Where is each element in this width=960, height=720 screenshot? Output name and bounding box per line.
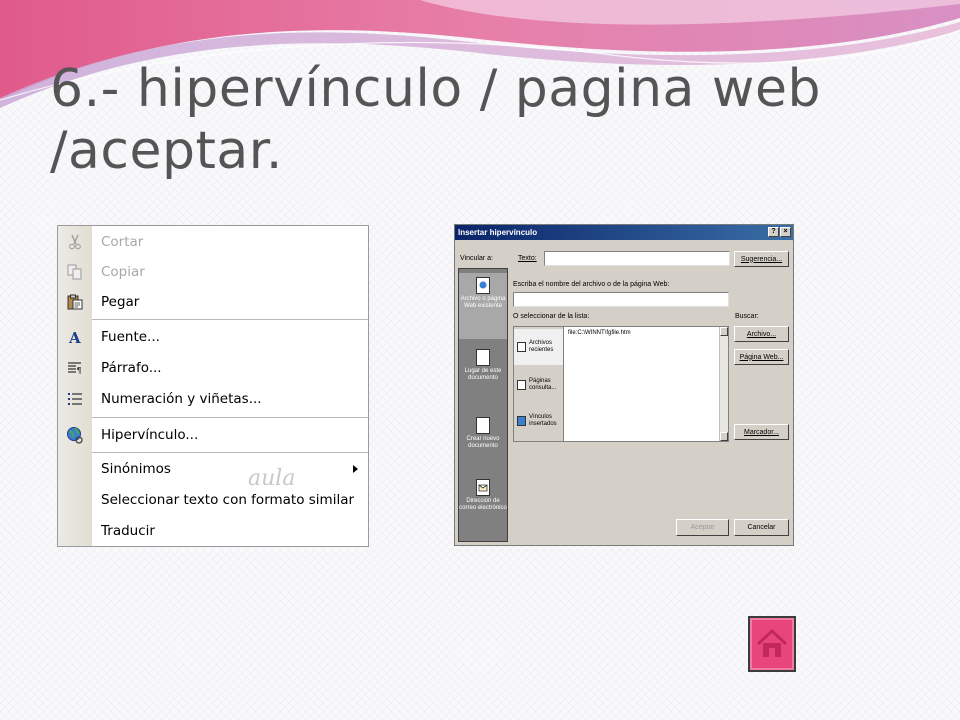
document-place-icon — [476, 349, 490, 366]
menu-item-label: Copiar — [101, 264, 145, 280]
paragraph-icon: ¶ — [58, 360, 92, 376]
text-field-label: Texto: — [518, 255, 537, 262]
link-to-sidebar: Archivo o página Web existente Lugar de … — [458, 268, 508, 542]
menu-item-label: Pegar — [101, 294, 140, 310]
link-to-label: Vincular a: — [460, 255, 493, 262]
menu-separator — [92, 452, 368, 453]
list-category-tabs: Archivos recientes Páginas consulta... V… — [514, 327, 564, 441]
browse-web-page-button[interactable]: Página Web... — [734, 349, 789, 365]
file-list-panel: Archivos recientes Páginas consulta... V… — [513, 326, 729, 442]
sidebar-item-label: Dirección de correo electrónico — [459, 498, 507, 511]
menu-item-label: Traducir — [101, 523, 155, 539]
menu-item-numbering-bullets[interactable]: Numeración y viñetas... — [58, 384, 368, 414]
menu-item-label: Sinónimos — [101, 461, 171, 477]
context-menu: Cortar Copiar Pegar A Fuente... ¶ Párraf… — [57, 225, 369, 547]
bullet-list-icon — [58, 391, 92, 407]
hyperlink-globe-icon — [58, 426, 92, 444]
home-icon — [756, 628, 788, 657]
slide-title-line1: 6.- hipervínculo / pagina web — [50, 59, 821, 119]
browse-label: Buscar: — [735, 313, 759, 320]
menu-item-synonyms[interactable]: Sinónimos — [58, 454, 368, 484]
menu-item-label: Fuente... — [101, 329, 160, 345]
menu-item-label: Párrafo... — [101, 360, 162, 376]
sidebar-item-label: Archivo o página Web existente — [460, 296, 506, 309]
dialog-title: Insertar hipervínculo — [458, 228, 538, 237]
tab-label: Páginas consulta... — [529, 378, 557, 391]
menu-item-font[interactable]: A Fuente... — [58, 322, 368, 352]
email-icon — [476, 479, 490, 496]
list-scrollbar[interactable] — [719, 327, 728, 441]
tab-label: Archivos recientes — [529, 340, 554, 353]
screentip-button[interactable]: Sugerencia... — [734, 251, 789, 267]
sidebar-item-label: Crear nuevo documento — [466, 436, 500, 449]
menu-item-copy[interactable]: Copiar — [58, 257, 368, 287]
list-item[interactable]: file:C:\WINNT\fgfile.htm — [568, 330, 631, 336]
svg-text:¶: ¶ — [77, 366, 82, 375]
browsed-pages-icon — [517, 380, 526, 390]
home-button[interactable] — [748, 616, 796, 672]
sidebar-item-existing-file[interactable]: Archivo o página Web existente — [459, 273, 507, 339]
close-button[interactable]: × — [780, 227, 791, 237]
scissors-icon — [58, 234, 92, 250]
menu-separator — [92, 319, 368, 320]
menu-item-select-similar[interactable]: Seleccionar texto con formato similar — [58, 485, 368, 515]
submenu-arrow-icon — [353, 465, 358, 473]
slide-title: 6.- hipervínculo / pagina web /aceptar. — [50, 58, 930, 182]
menu-item-paste[interactable]: Pegar — [58, 287, 368, 317]
tab-label: Vínculos insertados — [529, 414, 557, 427]
filename-prompt: Escriba el nombre del archivo o de la pá… — [513, 281, 670, 288]
slide-title-line2: /aceptar. — [50, 121, 283, 181]
dialog-titlebar: Insertar hipervínculo — [455, 225, 793, 240]
sidebar-item-this-document[interactable]: Lugar de este documento — [459, 349, 507, 409]
menu-item-label: Numeración y viñetas... — [101, 391, 262, 407]
new-document-icon — [476, 417, 490, 434]
recent-files-icon — [517, 342, 526, 352]
menu-item-translate[interactable]: Traducir — [58, 516, 368, 546]
inserted-links-icon — [517, 416, 526, 426]
sidebar-item-email[interactable]: Dirección de correo electrónico — [459, 479, 507, 541]
menu-item-label: Cortar — [101, 234, 144, 250]
address-input[interactable] — [513, 292, 729, 307]
svg-text:A: A — [68, 329, 81, 345]
browse-file-button[interactable]: Archivo... — [734, 326, 789, 342]
sidebar-item-new-document[interactable]: Crear nuevo documento — [459, 417, 507, 473]
font-icon: A — [58, 329, 92, 345]
menu-item-label: Seleccionar texto con formato similar — [101, 492, 355, 508]
sidebar-item-label: Lugar de este documento — [464, 368, 502, 381]
paste-icon — [58, 294, 92, 310]
menu-separator — [92, 417, 368, 418]
tab-recent-files[interactable]: Archivos recientes — [514, 329, 563, 365]
cancel-button[interactable]: Cancelar — [734, 519, 789, 536]
accept-button[interactable]: Aceptar — [676, 519, 729, 536]
help-button[interactable]: ? — [768, 227, 779, 237]
menu-item-hyperlink[interactable]: Hipervínculo... — [58, 420, 368, 450]
menu-item-label: Hipervínculo... — [101, 427, 199, 443]
copy-icon — [58, 264, 92, 280]
tab-browsed-pages[interactable]: Páginas consulta... — [514, 367, 563, 403]
scroll-down-icon[interactable] — [720, 432, 728, 441]
web-page-icon — [476, 277, 490, 294]
menu-item-cut[interactable]: Cortar — [58, 227, 368, 257]
menu-item-paragraph[interactable]: ¶ Párrafo... — [58, 353, 368, 383]
select-from-list-label: O seleccionar de la lista: — [513, 313, 590, 320]
bookmark-button[interactable]: Marcador... — [734, 424, 789, 440]
scroll-up-icon[interactable] — [720, 327, 728, 336]
insert-hyperlink-dialog: Insertar hipervínculo ? × Vincular a: Te… — [454, 224, 794, 546]
tab-inserted-links[interactable]: Vínculos insertados — [514, 403, 563, 439]
text-to-display-input[interactable] — [544, 251, 730, 266]
